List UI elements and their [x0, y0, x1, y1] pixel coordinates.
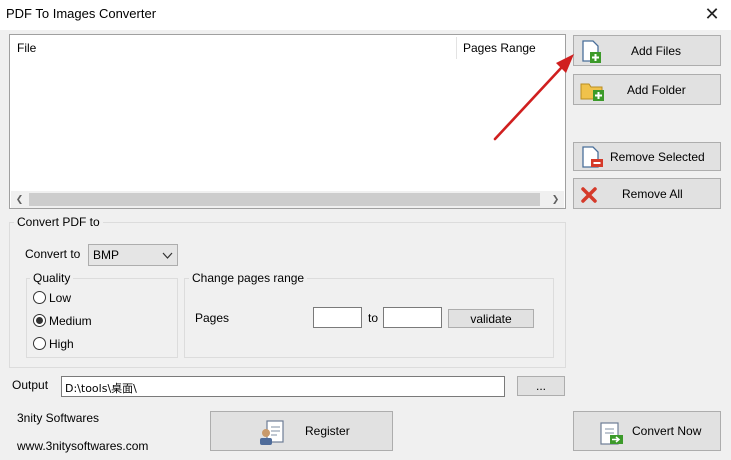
convert-pdf-group-title: Convert PDF to	[14, 215, 103, 229]
add-folder-label: Add Folder	[627, 82, 686, 97]
quality-medium-radio[interactable]	[33, 314, 46, 327]
convert-icon	[600, 422, 623, 445]
horizontal-scrollbar[interactable]: ❮ ❯	[11, 191, 564, 208]
add-files-button[interactable]: Add Files	[573, 35, 721, 66]
add-files-label: Add Files	[631, 43, 682, 58]
scroll-left-icon[interactable]: ❮	[11, 191, 28, 208]
window-title: PDF To Images Converter	[6, 6, 157, 21]
chevron-down-icon	[162, 252, 173, 259]
quality-group-title: Quality	[30, 271, 74, 285]
browse-button[interactable]: ...	[517, 376, 565, 396]
register-button[interactable]: Register	[210, 411, 393, 451]
quality-medium-label[interactable]: Medium	[49, 314, 92, 328]
output-path-value: D:\tools\桌面\	[65, 382, 137, 395]
remove-selected-label: Remove Selected	[610, 149, 705, 164]
format-select[interactable]: BMP	[88, 244, 178, 266]
remove-selected-button[interactable]: Remove Selected	[573, 142, 721, 171]
column-divider[interactable]	[456, 37, 457, 59]
remove-file-icon	[582, 146, 603, 168]
close-button[interactable]: ✕	[699, 2, 725, 26]
page-to-input[interactable]	[383, 307, 442, 328]
convert-now-label: Convert Now	[632, 424, 702, 438]
pages-label: Pages	[195, 311, 230, 325]
quality-low-label[interactable]: Low	[49, 291, 71, 305]
add-file-icon	[582, 40, 601, 63]
validate-button[interactable]: validate	[448, 309, 534, 328]
output-label: Output	[12, 378, 49, 392]
scroll-thumb[interactable]	[29, 193, 540, 206]
quality-high-label[interactable]: High	[49, 337, 74, 351]
pages-range-group-title: Change pages range	[189, 271, 308, 285]
to-label: to	[368, 311, 379, 325]
validate-label: validate	[470, 311, 512, 326]
output-path-field[interactable]: D:\tools\桌面\	[61, 376, 505, 397]
file-list[interactable]: File Pages Range ❮ ❯	[9, 34, 566, 209]
quality-high-radio[interactable]	[33, 337, 46, 350]
convert-now-button[interactable]: Convert Now	[573, 411, 721, 451]
add-folder-button[interactable]: Add Folder	[573, 74, 721, 105]
quality-low-radio[interactable]	[33, 291, 46, 304]
remove-all-button[interactable]: Remove All	[573, 178, 721, 209]
register-label: Register	[305, 424, 350, 438]
company-name: 3nity Softwares	[17, 411, 100, 425]
register-icon	[260, 420, 284, 445]
page-from-input[interactable]	[313, 307, 362, 328]
annotation-arrow	[493, 54, 574, 141]
add-folder-icon	[580, 83, 604, 101]
column-header-file[interactable]: File	[17, 41, 36, 55]
browse-label: ...	[535, 379, 546, 393]
remove-all-label: Remove All	[622, 186, 683, 201]
company-website[interactable]: www.3nitysoftwares.com	[17, 439, 148, 453]
convert-to-label: Convert to	[25, 247, 81, 261]
scroll-right-icon[interactable]: ❯	[547, 191, 564, 208]
delete-x-icon	[581, 187, 597, 203]
format-select-value: BMP	[93, 248, 120, 262]
